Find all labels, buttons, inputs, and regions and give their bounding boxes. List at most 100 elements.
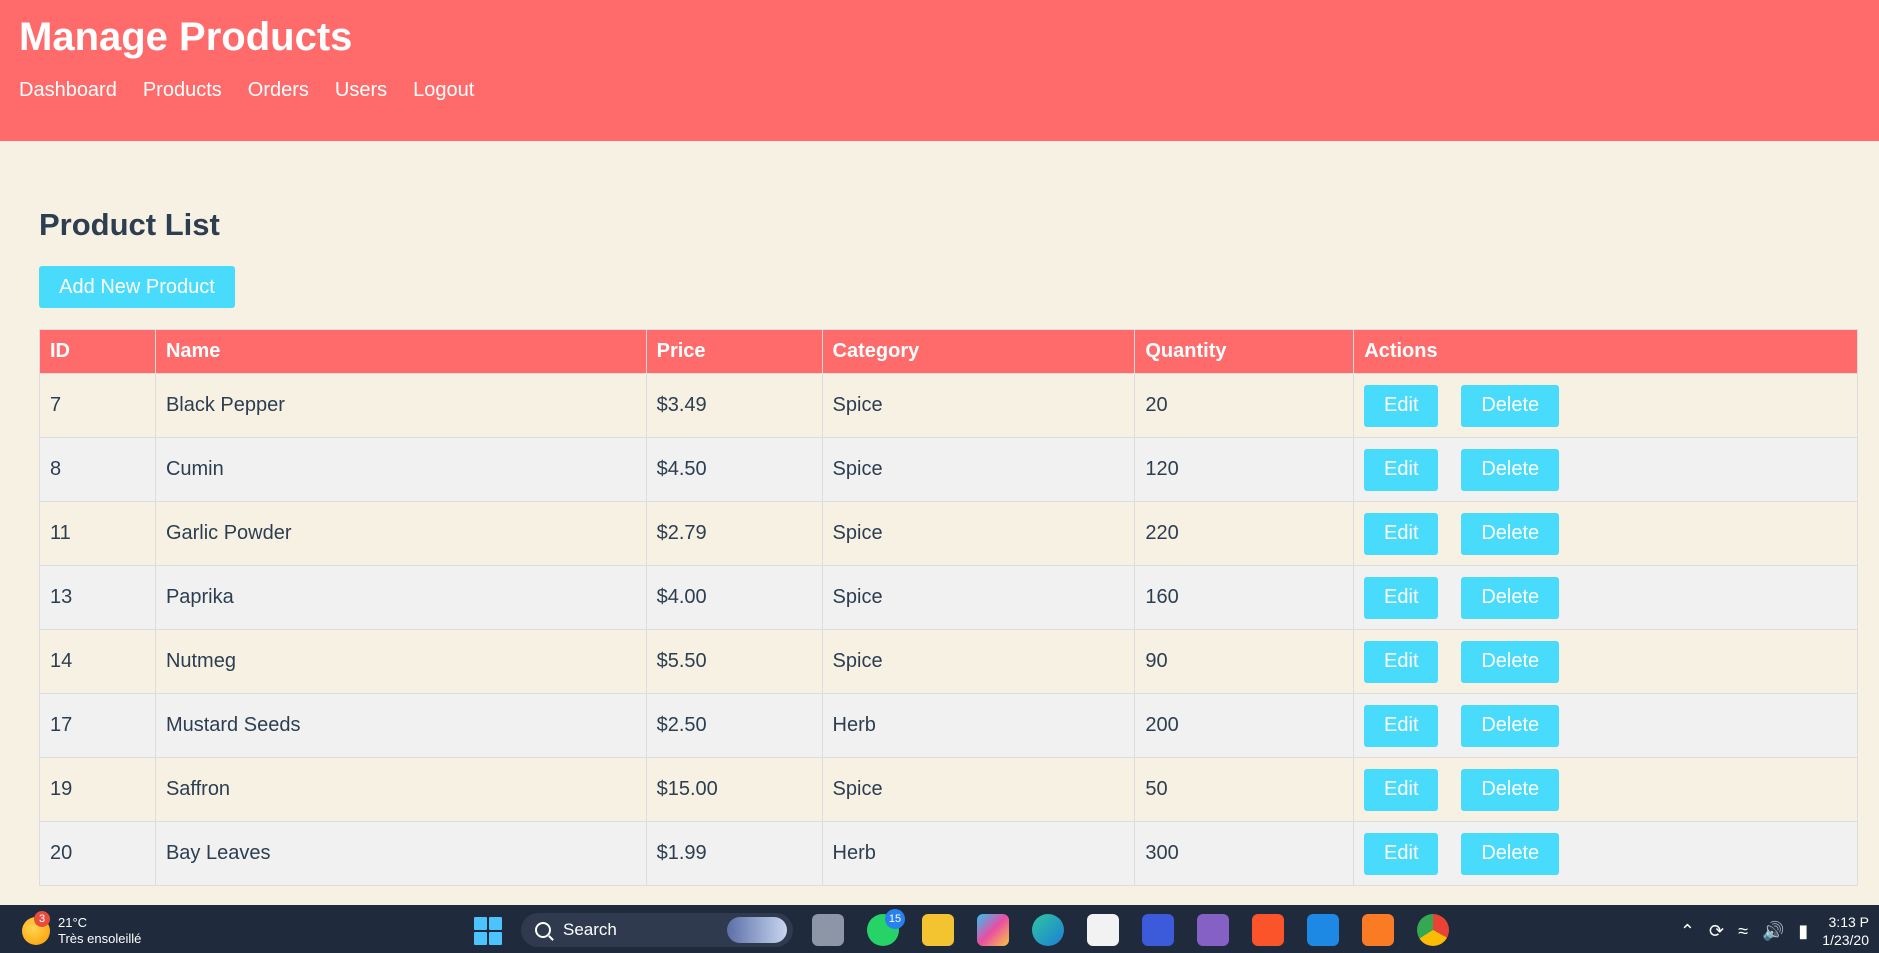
cell-actions: Edit Delete <box>1353 821 1858 886</box>
cell-quantity: 200 <box>1134 693 1355 758</box>
table-row: 11 Garlic Powder $2.79 Spice 220 Edit Delete <box>39 501 1858 566</box>
cell-category: Spice <box>821 565 1136 630</box>
clock-time: 3:13 P <box>1828 914 1869 930</box>
main-nav: Dashboard Products Orders Users Logout <box>19 78 474 102</box>
taskbar-search[interactable]: Search <box>521 913 793 947</box>
top-header: Manage Products Dashboard Products Order… <box>0 0 1879 141</box>
cell-name: Nutmeg <box>154 629 647 694</box>
windows-start-icon[interactable] <box>474 917 502 945</box>
cell-price: $3.49 <box>645 373 823 438</box>
cell-id: 13 <box>39 565 156 630</box>
table-row: 8 Cumin $4.50 Spice 120 Edit Delete <box>39 437 1858 502</box>
cell-id: 20 <box>39 821 156 886</box>
cell-name: Saffron <box>154 757 647 822</box>
nav-users[interactable]: Users <box>335 78 387 102</box>
product-table-body: 7 Black Pepper $3.49 Spice 20 Edit Delete 8 Cumi… <box>39 373 1858 886</box>
cell-actions: Edit Delete <box>1353 629 1858 694</box>
cell-id: 19 <box>39 757 156 822</box>
cell-price: $15.00 <box>645 757 823 822</box>
delete-button[interactable]: Delete <box>1461 640 1560 683</box>
visual-studio-icon[interactable] <box>1197 914 1229 946</box>
delete-button[interactable]: Delete <box>1461 832 1560 875</box>
weather-temp: 21°C <box>58 915 88 930</box>
edit-button[interactable]: Edit <box>1364 640 1439 683</box>
cell-quantity: 120 <box>1134 437 1355 502</box>
edge-icon[interactable] <box>1032 914 1064 946</box>
cell-category: Herb <box>821 821 1136 886</box>
chrome-icon[interactable] <box>1417 914 1449 946</box>
edit-button[interactable]: Edit <box>1364 768 1439 811</box>
search-icon <box>535 922 551 938</box>
delete-button[interactable]: Delete <box>1461 704 1560 747</box>
copilot-icon[interactable] <box>977 914 1009 946</box>
column-header-actions: Actions <box>1353 329 1858 374</box>
app-icon[interactable] <box>1142 914 1174 946</box>
cell-id: 11 <box>39 501 156 566</box>
volume-icon[interactable]: 🔊 <box>1762 921 1784 942</box>
column-header-category: Category <box>821 329 1136 374</box>
delete-button[interactable]: Delete <box>1461 768 1560 811</box>
clock[interactable]: 3:13 P 1/23/20 <box>1822 913 1869 949</box>
battery-icon[interactable]: ▮ <box>1798 921 1808 942</box>
cell-name: Garlic Powder <box>154 501 647 566</box>
table-row: 20 Bay Leaves $1.99 Herb 300 Edit Delete <box>39 821 1858 886</box>
cell-name: Black Pepper <box>154 373 647 438</box>
clock-date: 1/23/20 <box>1822 932 1869 948</box>
whatsapp-badge: 15 <box>885 909 905 929</box>
cell-name: Paprika <box>154 565 647 630</box>
wifi-icon[interactable]: ≈ <box>1738 921 1748 942</box>
cell-quantity: 90 <box>1134 629 1355 694</box>
cell-id: 17 <box>39 693 156 758</box>
cell-quantity: 220 <box>1134 501 1355 566</box>
file-explorer-icon[interactable] <box>922 914 954 946</box>
nav-products[interactable]: Products <box>143 78 222 102</box>
add-product-button[interactable]: Add New Product <box>39 266 235 308</box>
store-icon[interactable] <box>1087 914 1119 946</box>
product-table: ID Name Price Category Quantity Actions … <box>39 329 1858 886</box>
delete-button[interactable]: Delete <box>1461 448 1560 491</box>
cell-actions: Edit Delete <box>1353 373 1858 438</box>
table-header-row: ID Name Price Category Quantity Actions <box>39 329 1858 374</box>
delete-button[interactable]: Delete <box>1461 512 1560 555</box>
vscode-icon[interactable] <box>1307 914 1339 946</box>
cell-id: 8 <box>39 437 156 502</box>
system-tray: ⌃ ⟳ ≈ 🔊 ▮ 3:13 P 1/23/20 <box>1680 913 1869 949</box>
column-header-id: ID <box>39 329 156 374</box>
weather-widget[interactable]: 3 21°C Très ensoleillé <box>22 911 141 947</box>
cell-actions: Edit Delete <box>1353 757 1858 822</box>
edit-button[interactable]: Edit <box>1364 832 1439 875</box>
windows-taskbar: 3 21°C Très ensoleillé Search 15 ⌃ ⟳ ≈ 🔊 <box>0 905 1879 953</box>
brave-icon[interactable] <box>1252 914 1284 946</box>
edit-button[interactable]: Edit <box>1364 576 1439 619</box>
search-highlight-image <box>727 917 787 943</box>
cell-category: Spice <box>821 501 1136 566</box>
cell-quantity: 50 <box>1134 757 1355 822</box>
edit-button[interactable]: Edit <box>1364 448 1439 491</box>
table-row: 13 Paprika $4.00 Spice 160 Edit Delete <box>39 565 1858 630</box>
delete-button[interactable]: Delete <box>1461 576 1560 619</box>
cell-id: 7 <box>39 373 156 438</box>
sync-icon[interactable]: ⟳ <box>1709 921 1724 942</box>
page-title: Product List <box>39 207 220 242</box>
cell-price: $5.50 <box>645 629 823 694</box>
cell-price: $1.99 <box>645 821 823 886</box>
nav-logout[interactable]: Logout <box>413 78 474 102</box>
task-view-icon[interactable] <box>812 914 844 946</box>
cell-category: Spice <box>821 629 1136 694</box>
edit-button[interactable]: Edit <box>1364 512 1439 555</box>
cell-category: Spice <box>821 757 1136 822</box>
xampp-icon[interactable] <box>1362 914 1394 946</box>
delete-button[interactable]: Delete <box>1461 384 1560 427</box>
cell-quantity: 160 <box>1134 565 1355 630</box>
weather-badge: 3 <box>34 911 50 927</box>
nav-dashboard[interactable]: Dashboard <box>19 78 117 102</box>
edit-button[interactable]: Edit <box>1364 704 1439 747</box>
search-label: Search <box>563 920 617 939</box>
chevron-up-icon[interactable]: ⌃ <box>1680 921 1695 942</box>
nav-orders[interactable]: Orders <box>248 78 309 102</box>
weather-sun-icon: 3 <box>22 911 50 945</box>
table-row: 7 Black Pepper $3.49 Spice 20 Edit Delete <box>39 373 1858 438</box>
whatsapp-icon[interactable]: 15 <box>867 909 905 946</box>
edit-button[interactable]: Edit <box>1364 384 1439 427</box>
cell-category: Spice <box>821 373 1136 438</box>
